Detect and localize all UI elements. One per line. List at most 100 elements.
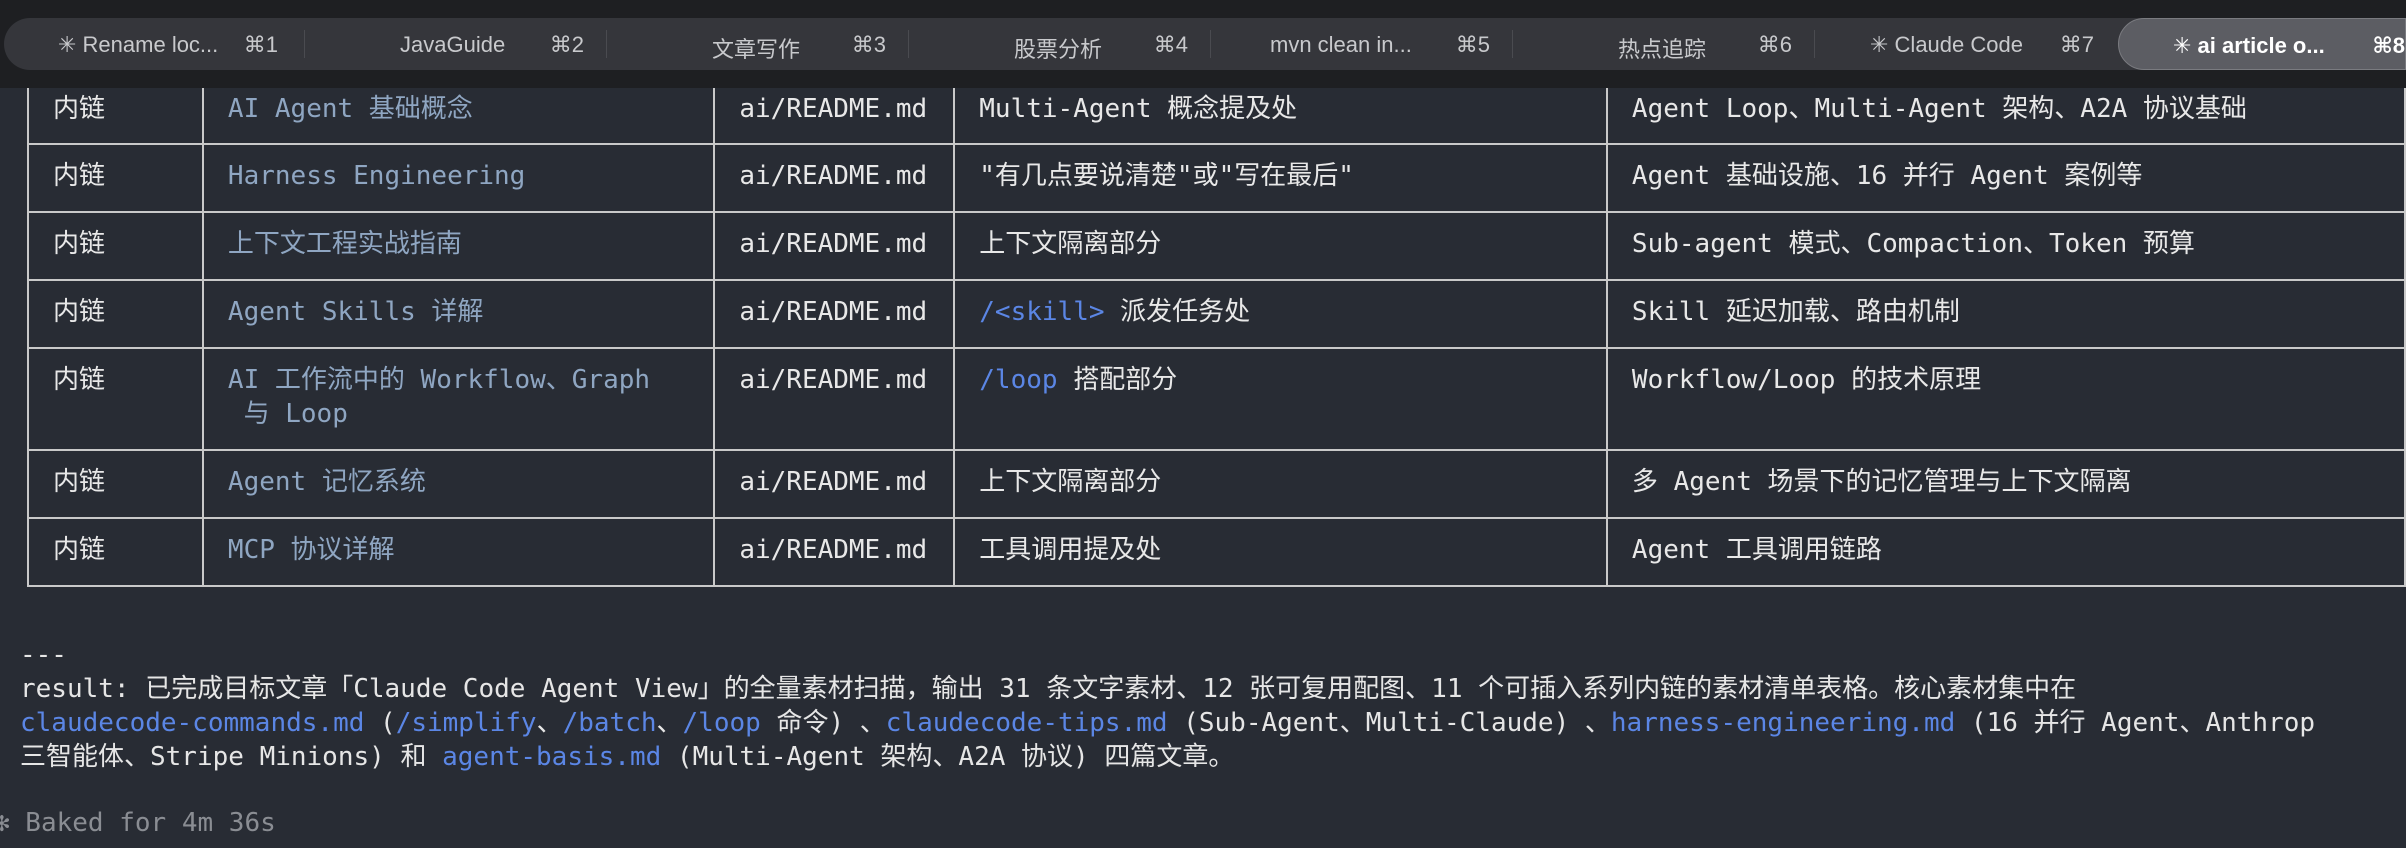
title-cell[interactable]: 上下文工程实战指南 bbox=[201, 211, 716, 281]
type-text: 内链 bbox=[53, 161, 106, 191]
title-text: Agent Skills 详解 bbox=[227, 297, 484, 327]
position-text: /<skill> 派发任务处 bbox=[979, 281, 1582, 329]
tab-shortcut: ⌘6 bbox=[1757, 32, 1792, 57]
tab-title: JavaGuide bbox=[400, 32, 506, 57]
tab-separator bbox=[1814, 30, 1815, 58]
tab-javaguide[interactable]: JavaGuide ⌘2 bbox=[306, 18, 606, 70]
file-cell: ai/README.md bbox=[713, 211, 956, 281]
type-cell: 内链 bbox=[27, 211, 204, 281]
desc-cell: Workflow/Loop 的技术原理 bbox=[1605, 347, 2406, 451]
result-line-2: claudecode-commands.md (/simplify、/batch… bbox=[20, 706, 2315, 740]
type-text: 内链 bbox=[53, 467, 106, 497]
file-text: ai/README.md bbox=[739, 161, 928, 191]
title-text: AI Agent 基础概念 bbox=[227, 94, 473, 124]
file-cell: ai/README.md bbox=[713, 143, 956, 213]
title-text: AI 工作流中的 Workflow、Graph 与 Loop bbox=[228, 349, 689, 431]
position-cell: Multi-Agent 概念提及处 bbox=[953, 88, 1608, 145]
link-claudecode-commands[interactable]: claudecode-commands.md bbox=[20, 708, 364, 738]
tab-separator bbox=[1512, 30, 1513, 58]
tab-shortcut: ⌘1 bbox=[243, 32, 278, 57]
tab-shortcut: ⌘2 bbox=[549, 32, 584, 57]
tab-article-writing[interactable]: 文章写作 ⌘3 bbox=[608, 18, 908, 70]
type-cell: 内链 bbox=[27, 449, 204, 519]
tab-rename-loc[interactable]: ✳ Rename loc... ⌘1 bbox=[40, 18, 300, 70]
result-text: 命令) 、 bbox=[760, 708, 886, 738]
desc-text: Agent 工具调用链路 bbox=[1631, 535, 1882, 565]
result-text: (Sub-Agent、Multi-Claude) 、 bbox=[1167, 708, 1611, 738]
tab-bar: ✳ Rename loc... ⌘1 JavaGuide ⌘2 文章写作 ⌘3 … bbox=[0, 0, 2406, 88]
title-text: MCP 协议详解 bbox=[227, 535, 395, 565]
tab-claude-code[interactable]: ✳ Claude Code ⌘7 bbox=[1816, 18, 2116, 70]
title-text: 上下文工程实战指南 bbox=[227, 229, 462, 259]
file-text: ai/README.md bbox=[739, 467, 928, 497]
position-text: "有几点要说清楚"或"写在最后" bbox=[979, 145, 1582, 193]
command-batch: /batch bbox=[562, 708, 657, 738]
type-text: 内链 bbox=[53, 94, 106, 124]
tab-shortcut: ⌘4 bbox=[1153, 32, 1188, 57]
result-text: ( bbox=[364, 708, 396, 738]
link-harness-engineering[interactable]: harness-engineering.md bbox=[1611, 708, 1955, 738]
status-line: ✻ Baked for 4m 36s bbox=[0, 808, 276, 838]
title-cell[interactable]: Agent Skills 详解 bbox=[201, 279, 716, 349]
table-row: 内链 AI 工作流中的 Workflow、Graph 与 Loop ai/REA… bbox=[27, 347, 2406, 451]
type-cell: 内链 bbox=[27, 347, 204, 451]
desc-cell: 多 Agent 场景下的记忆管理与上下文隔离 bbox=[1605, 449, 2406, 519]
position-label: 派发任务处 bbox=[1104, 297, 1251, 327]
title-cell[interactable]: Harness Engineering bbox=[201, 143, 716, 213]
link-claudecode-tips[interactable]: claudecode-tips.md bbox=[886, 708, 1168, 738]
type-cell: 内链 bbox=[27, 279, 204, 349]
table-row: 内链 上下文工程实战指南 ai/README.md 上下文隔离部分 Sub-ag… bbox=[27, 211, 2406, 281]
tab-hot-tracking[interactable]: 热点追踪 ⌘6 bbox=[1514, 18, 1814, 70]
desc-text: Skill 延迟加载、路由机制 bbox=[1631, 297, 1960, 327]
tab-ai-article-active[interactable]: ✳ ai article o... ⌘8 bbox=[2118, 18, 2406, 70]
position-cell: 上下文隔离部分 bbox=[953, 211, 1608, 281]
desc-text: Sub-agent 模式、Compaction、Token 预算 bbox=[1631, 229, 2195, 259]
result-line-3: 三智能体、Stripe Minions) 和 agent-basis.md (M… bbox=[20, 740, 1234, 774]
tab-title: 股票分析 bbox=[1014, 37, 1103, 62]
type-cell: 内链 bbox=[27, 517, 204, 587]
title-cell[interactable]: MCP 协议详解 bbox=[201, 517, 716, 587]
desc-cell: Agent 工具调用链路 bbox=[1605, 517, 2406, 587]
tab-shortcut: ⌘5 bbox=[1455, 32, 1490, 57]
position-label: Multi-Agent 概念提及处 bbox=[979, 94, 1298, 124]
result-line-1: result: 已完成目标文章「Claude Code Agent View」的… bbox=[20, 674, 2077, 704]
position-command: /<skill> bbox=[979, 297, 1105, 327]
file-text: ai/README.md bbox=[739, 94, 928, 124]
title-text: Agent 记忆系统 bbox=[227, 467, 426, 497]
title-line: 与 Loop bbox=[227, 399, 348, 429]
file-cell: ai/README.md bbox=[713, 517, 956, 587]
tab-title: ✳ Claude Code bbox=[1870, 32, 2023, 57]
position-cell: /<skill> 派发任务处 bbox=[953, 279, 1608, 349]
desc-cell: Agent Loop、Multi-Agent 架构、A2A 协议基础 bbox=[1605, 88, 2406, 145]
title-text: Harness Engineering bbox=[227, 161, 526, 191]
position-label: 上下文隔离部分 bbox=[979, 229, 1162, 259]
desc-text: 多 Agent 场景下的记忆管理与上下文隔离 bbox=[1631, 467, 2132, 497]
file-text: ai/README.md bbox=[739, 365, 928, 395]
file-text: ai/README.md bbox=[739, 297, 928, 327]
table-row: 内链 Agent Skills 详解 ai/README.md /<skill>… bbox=[27, 279, 2406, 349]
table-row: 内链 AI Agent 基础概念 ai/README.md Multi-Agen… bbox=[27, 88, 2406, 145]
position-label: 搭配部分 bbox=[1057, 365, 1178, 395]
file-text: ai/README.md bbox=[739, 229, 928, 259]
position-cell: 上下文隔离部分 bbox=[953, 449, 1608, 519]
file-cell: ai/README.md bbox=[713, 88, 956, 145]
file-cell: ai/README.md bbox=[713, 347, 956, 451]
title-cell[interactable]: AI Agent 基础概念 bbox=[201, 88, 716, 145]
result-text: 、 bbox=[536, 708, 563, 738]
command-loop: /loop bbox=[682, 708, 761, 738]
type-cell: 内链 bbox=[27, 143, 204, 213]
result-text: (Multi-Agent 架构、A2A 协议) 四篇文章。 bbox=[661, 742, 1235, 772]
title-cell[interactable]: Agent 记忆系统 bbox=[201, 449, 716, 519]
type-cell: 内链 bbox=[27, 88, 204, 145]
tab-mvn-clean[interactable]: mvn clean in... ⌘5 bbox=[1212, 18, 1512, 70]
result-text: 三智能体、Stripe Minions) 和 bbox=[20, 742, 443, 772]
position-text: /loop 搭配部分 bbox=[979, 349, 1582, 397]
position-label: "有几点要说清楚"或"写在最后" bbox=[979, 161, 1354, 191]
position-command: /loop bbox=[979, 365, 1058, 395]
tab-separator bbox=[606, 30, 607, 58]
tab-stock-analysis[interactable]: 股票分析 ⌘4 bbox=[910, 18, 1210, 70]
title-cell[interactable]: AI 工作流中的 Workflow、Graph 与 Loop bbox=[201, 347, 716, 451]
position-cell: 工具调用提及处 bbox=[953, 517, 1608, 587]
tab-shortcut: ⌘7 bbox=[2059, 32, 2094, 57]
link-agent-basis[interactable]: agent-basis.md bbox=[442, 742, 661, 772]
